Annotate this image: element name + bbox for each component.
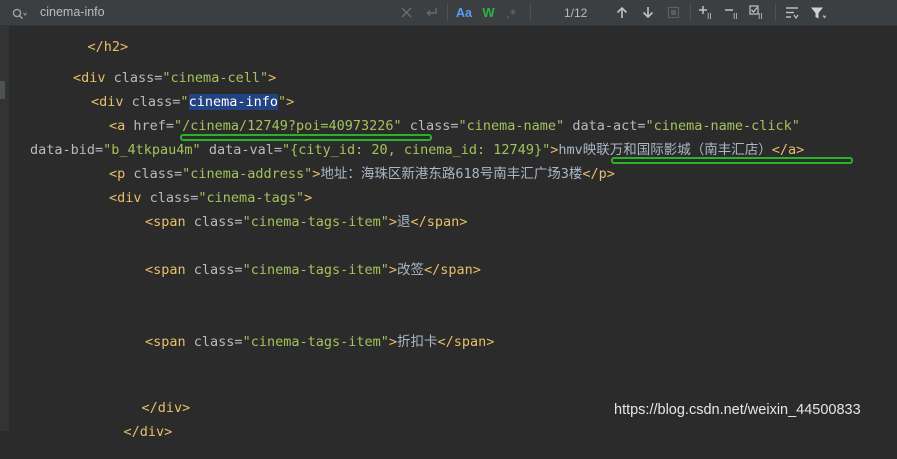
code-token-tag: > <box>388 334 398 350</box>
code-token-value: "cinema-tags-item" <box>242 334 389 350</box>
code-token-tag: <span <box>145 262 194 278</box>
next-occurrence-icon[interactable] <box>639 4 656 21</box>
code-token-tag: <div <box>109 190 150 206</box>
code-token-attr: href= <box>133 118 175 134</box>
code-token-value: "cinema-address" <box>182 166 313 182</box>
unselect-occurrence-icon[interactable]: II <box>724 4 742 21</box>
filter-icon[interactable] <box>809 4 826 21</box>
code-token-attr: class= <box>193 334 243 350</box>
code-token-attr: class= <box>113 70 163 86</box>
code-token-tag: > <box>388 262 398 278</box>
code-token-tag: </p> <box>582 166 615 182</box>
code-token-attr: class= <box>193 262 243 278</box>
code-token-tag: </a> <box>771 142 805 158</box>
code-line: <div class="cinema-info"> <box>91 93 294 111</box>
code-line: <div class="cinema-tags"> <box>109 189 312 207</box>
code-token-attr: class= <box>133 166 183 182</box>
code-token-attr: data-act= <box>564 118 646 134</box>
code-line: </h2> <box>55 20 129 55</box>
new-line-icon[interactable] <box>423 4 440 21</box>
code-token-attr: class= <box>149 190 199 206</box>
code-token-tag: </span> <box>410 214 468 230</box>
watermark: https://blog.csdn.net/weixin_44500833 <box>614 402 861 418</box>
separator <box>447 4 448 21</box>
annotation-underline <box>180 134 432 141</box>
code-token-tag: <span <box>145 334 194 350</box>
code-line: <span class="cinema-tags-item">改签</span> <box>145 261 481 279</box>
search-match-highlight: cinema-info <box>188 94 278 110</box>
code-token-tag: > <box>388 214 398 230</box>
code-token-tag: <div <box>73 70 114 86</box>
code-token-tag: <span <box>145 214 194 230</box>
code-token-tag: </span> <box>437 334 495 350</box>
code-token-value: "cinema-tags-item" <box>242 262 389 278</box>
code-line: <div class="cinema-cell"> <box>73 69 276 87</box>
code-token-value: "{city_id: 20, cinema_id: 12749}" <box>281 142 551 158</box>
code-token-attr: data-val= <box>200 142 282 158</box>
code-token-tag: > <box>268 70 277 86</box>
code-line: </div> <box>91 405 173 440</box>
previous-occurrence-icon[interactable] <box>613 4 630 21</box>
search-icon[interactable] <box>12 6 27 20</box>
code-token-value: "/cinema/12749?poi=40973226" <box>174 118 402 134</box>
svg-text:II: II <box>758 12 763 20</box>
code-token-attr: class= <box>193 214 243 230</box>
code-token-tag: <a <box>109 118 134 134</box>
find-all-icon[interactable] <box>665 4 682 21</box>
code-token-text: 改签 <box>397 262 425 278</box>
search-input[interactable] <box>40 3 400 21</box>
code-token-value: "cinema-name-click" <box>645 118 800 134</box>
code-token-tag: > <box>286 94 295 110</box>
clear-icon[interactable] <box>398 4 415 21</box>
code-token-tag: > <box>304 190 313 206</box>
select-all-occurrences-icon[interactable]: II <box>749 4 767 21</box>
code-line: </div> <box>109 381 191 416</box>
code-token-attr: class= <box>401 118 459 134</box>
svg-text:II: II <box>733 12 738 20</box>
code-token-tag: </div> <box>123 424 173 440</box>
separator <box>530 4 531 21</box>
add-selection-icon[interactable]: II <box>698 4 716 21</box>
code-line: <span class="cinema-tags-item">退</span> <box>145 213 467 231</box>
svg-text:.*: .* <box>506 7 516 19</box>
match-count: 1/12 <box>564 6 588 20</box>
annotation-underline <box>611 157 853 164</box>
code-line: <span class="cinema-tags-item">折扣卡</span… <box>145 333 494 351</box>
code-token-text: 退 <box>397 214 411 230</box>
filter-search-results-icon[interactable] <box>783 4 800 21</box>
match-case-icon[interactable]: Aa <box>455 4 473 21</box>
words-icon[interactable]: W <box>480 4 497 21</box>
svg-text:II: II <box>707 12 712 20</box>
code-line: <p class="cinema-address">地址：海珠区新港东路618号… <box>109 165 615 183</box>
code-token-tag: </h2> <box>87 39 129 55</box>
code-token-text: hmv映联万和国际影城（南丰汇店） <box>558 142 772 158</box>
separator <box>690 4 691 21</box>
code-token-value: "b_4tkpau4m" <box>103 142 201 158</box>
code-token-attr: data-bid= <box>30 142 104 158</box>
separator <box>775 4 776 21</box>
code-token-value: " <box>277 94 287 110</box>
code-token-tag: <p <box>109 166 134 182</box>
find-bar: Aa W .* 1/12 II II II <box>0 0 897 26</box>
code-token-tag: <div <box>91 94 132 110</box>
code-token-text: 折扣卡 <box>397 334 438 350</box>
regex-icon[interactable]: .* <box>504 4 521 21</box>
code-token-value: "cinema-tags" <box>198 190 305 206</box>
code-token-value: "cinema-cell" <box>162 70 269 86</box>
code-token-value: "cinema-name" <box>458 118 565 134</box>
code-line: <a href="/cinema/12749?poi=40973226" cla… <box>109 117 800 135</box>
code-editor[interactable]: </h2> <div class="cinema-cell"> <div cla… <box>0 26 897 440</box>
code-token-tag: </span> <box>424 262 481 278</box>
code-token-text: 地址：海珠区新港东路618号南丰汇广场3楼 <box>320 166 583 182</box>
code-token-attr: class= <box>131 94 181 110</box>
code-token-value: " <box>180 94 189 110</box>
code-token-value: "cinema-tags-item" <box>242 214 389 230</box>
